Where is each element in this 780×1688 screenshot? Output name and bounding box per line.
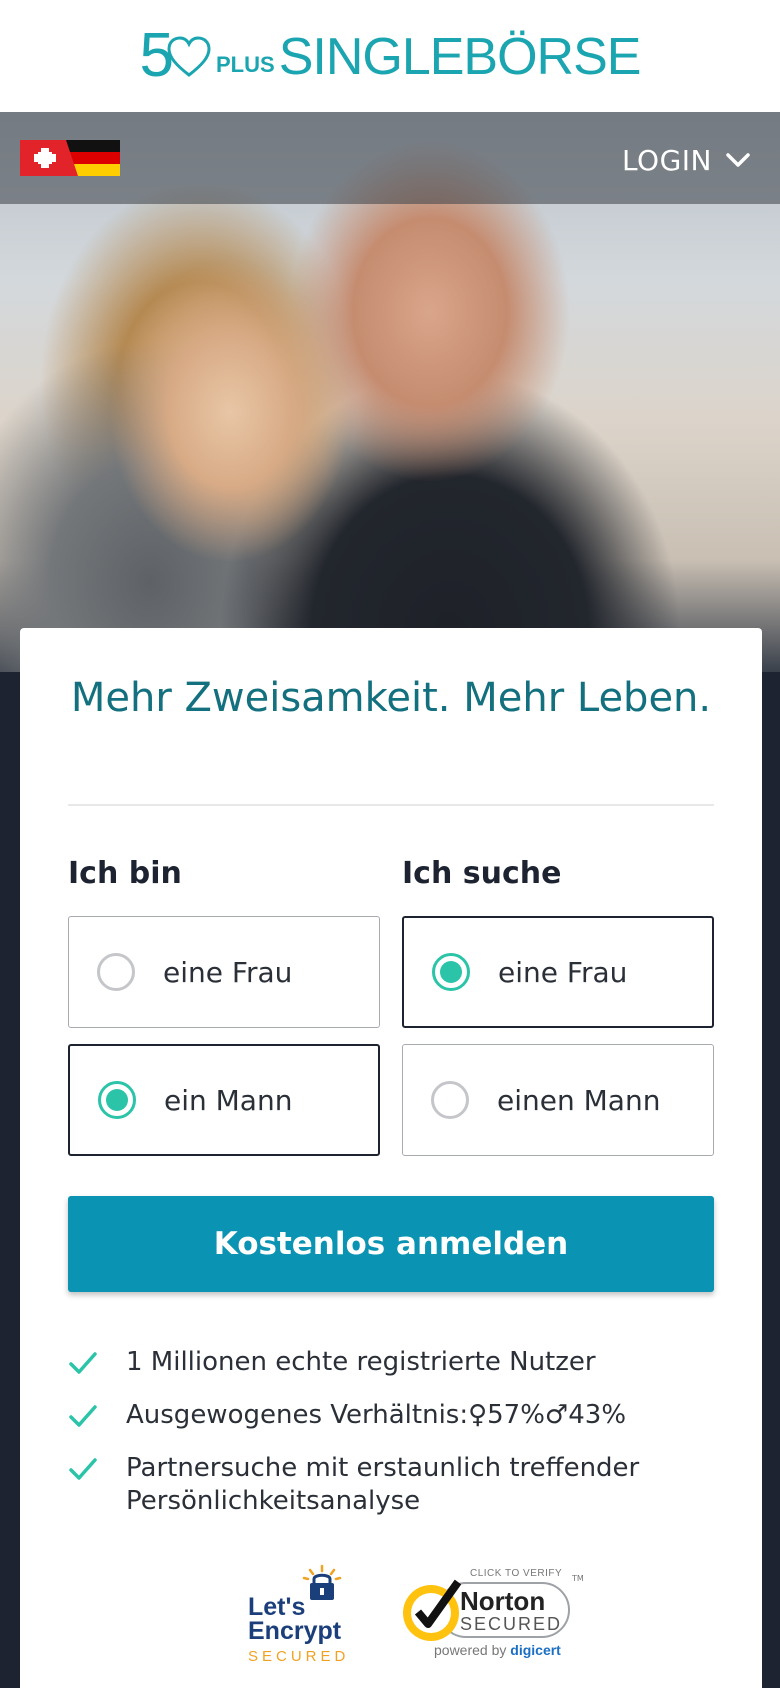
option-label: ein Mann (164, 1083, 293, 1117)
feature-text: Ausgewogenes Verhältnis:♀57%♂43% (126, 1400, 627, 1430)
option-label: eine Frau (498, 955, 628, 989)
list-item: Partnersuche mit erstaunlich treffender … (68, 1452, 714, 1518)
login-button[interactable]: LOGIN (622, 140, 752, 180)
check-icon (69, 1458, 97, 1480)
chevron-down-icon (726, 153, 750, 167)
feature-list: 1 Millionen echte registrierte Nutzer Au… (68, 1346, 714, 1538)
radio-button[interactable] (432, 953, 470, 991)
option-label: einen Mann (497, 1083, 661, 1117)
list-item: 1 Millionen echte registrierte Nutzer (68, 1346, 714, 1379)
language-flags[interactable] (20, 140, 120, 176)
i-am-title: Ich bin (68, 856, 182, 891)
signup-button[interactable]: Kostenlos anmelden (68, 1196, 714, 1292)
looking-for-option-man[interactable]: einen Mann (402, 1044, 714, 1156)
login-label: LOGIN (621, 143, 712, 177)
site-logo[interactable]: 5 PLUS SINGLEBÖRSE (140, 25, 642, 87)
radio-button[interactable] (97, 953, 135, 991)
norton-check-icon (403, 1579, 462, 1641)
check-icon (69, 1405, 97, 1427)
looking-for-option-woman[interactable]: eine Frau (402, 916, 714, 1028)
logo-brand: SINGLEBÖRSE (278, 28, 642, 86)
looking-for-title: Ich suche (402, 856, 562, 891)
list-item: Ausgewogenes Verhältnis:♀57%♂43% (68, 1399, 714, 1432)
radio-button[interactable] (98, 1081, 136, 1119)
feature-text: 1 Millionen echte registrierte Nutzer (126, 1347, 596, 1377)
radio-button[interactable] (431, 1081, 469, 1119)
headline: Mehr Zweisamkeit. Mehr Leben. (70, 675, 712, 721)
norton-badge[interactable]: CLICK TO VERIFY TM Norton SECURED powere… (398, 1564, 588, 1664)
feature-text: Partnersuche mit erstaunlich treffender … (126, 1453, 640, 1516)
logo-plus: PLUS (216, 52, 275, 77)
letsencrypt-badge[interactable]: Let's Encrypt SECURED (246, 1564, 356, 1665)
norton-tm: TM (572, 1574, 584, 1583)
i-am-option-woman[interactable]: eine Frau (68, 916, 380, 1028)
site-header: 5 PLUS SINGLEBÖRSE (0, 0, 780, 112)
option-label: eine Frau (163, 955, 293, 989)
norton-name: Norton (460, 1586, 546, 1616)
norton-secured: SECURED (460, 1614, 563, 1634)
heart-icon (167, 36, 211, 77)
letsencrypt-secured: SECURED (248, 1648, 350, 1665)
norton-click-to-verify: CLICK TO VERIFY (470, 1568, 563, 1579)
letsencrypt-line2: Encrypt (248, 1617, 342, 1645)
security-badges: Let's Encrypt SECURED CLICK TO VERIFY TM… (20, 1564, 762, 1674)
hero-image: LOGIN (0, 112, 780, 672)
divider (68, 804, 714, 806)
i-am-option-man[interactable]: ein Mann (68, 1044, 380, 1156)
signup-card: Mehr Zweisamkeit. Mehr Leben. Ich bin Ic… (20, 628, 762, 1688)
norton-powered-by: powered by digicert (434, 1642, 561, 1658)
check-icon (69, 1352, 97, 1374)
